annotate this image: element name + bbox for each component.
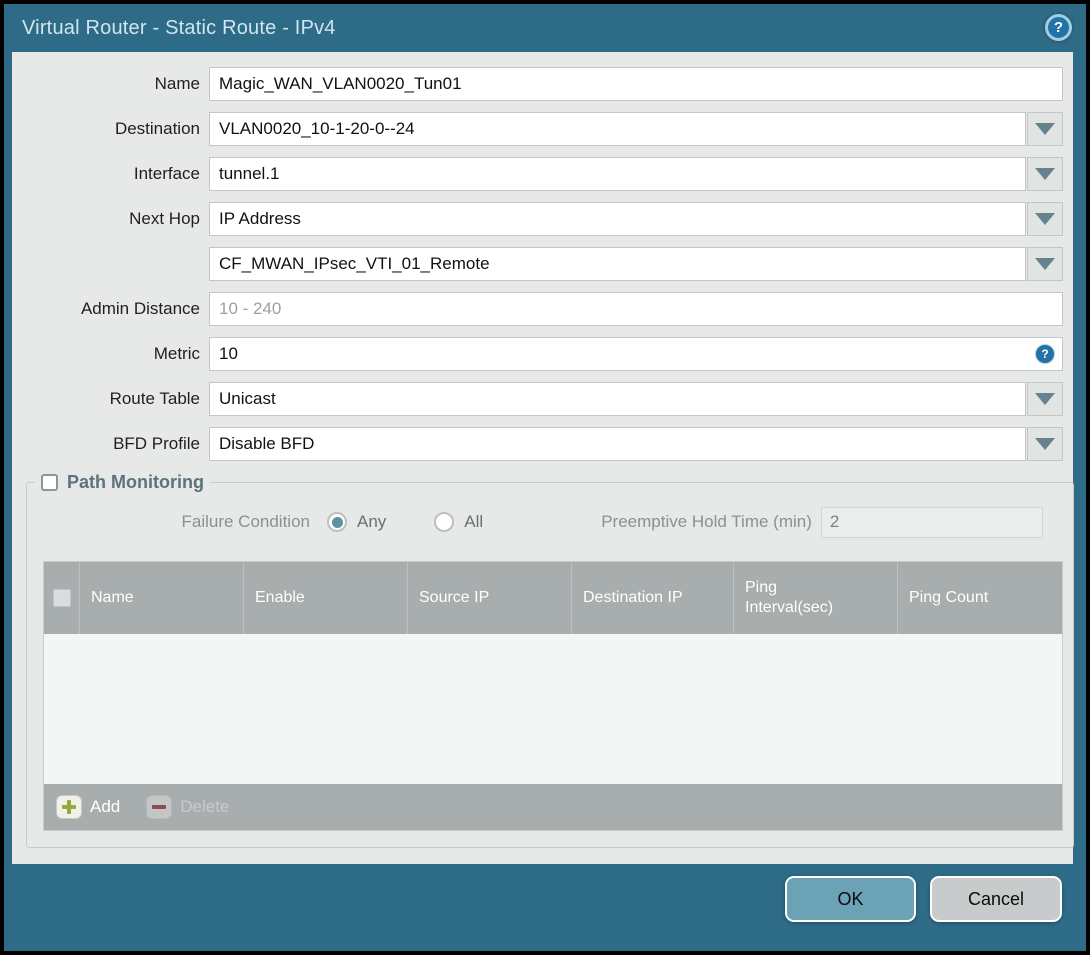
metric-row: Metric ? — [12, 337, 1063, 371]
admin-distance-label: Admin Distance — [80, 299, 200, 318]
static-route-dialog: Virtual Router - Static Route - IPv4 ? N… — [4, 4, 1086, 951]
failure-condition-any-label: Any — [357, 512, 387, 531]
path-monitoring-section: Path Monitoring Failure Condition Any Al… — [26, 472, 1074, 848]
destination-input[interactable] — [209, 112, 1026, 146]
next-hop-label: Next Hop — [129, 209, 200, 228]
path-monitoring-title: Path Monitoring — [67, 472, 204, 492]
chevron-down-icon — [1035, 393, 1055, 405]
chevron-down-icon — [1035, 123, 1055, 135]
admin-distance-row: Admin Distance — [12, 292, 1063, 326]
interface-input[interactable] — [209, 157, 1026, 191]
failure-condition-label: Failure Condition — [181, 512, 310, 531]
ok-button[interactable]: OK — [785, 876, 916, 922]
next-hop-address-input[interactable] — [209, 247, 1026, 281]
bfd-profile-dropdown-button[interactable] — [1027, 427, 1063, 461]
next-hop-row: Next Hop — [12, 202, 1063, 236]
route-table-row: Route Table — [12, 382, 1063, 416]
interface-row: Interface — [12, 157, 1063, 191]
chevron-down-icon — [1035, 258, 1055, 270]
plus-icon — [56, 795, 82, 819]
delete-button[interactable]: Delete — [146, 795, 229, 819]
table-header-checkbox-cell — [44, 562, 80, 634]
route-table-input[interactable] — [209, 382, 1026, 416]
failure-condition-any-radio[interactable] — [327, 512, 347, 532]
dialog-body: Name Destination Interface — [12, 52, 1074, 864]
path-monitoring-table: Name Enable Source IP Destination IP Pin… — [43, 561, 1063, 831]
next-hop-address-row — [12, 247, 1063, 281]
destination-label: Destination — [114, 119, 200, 138]
metric-label: Metric — [153, 344, 200, 363]
path-monitoring-checkbox[interactable] — [41, 474, 58, 491]
table-body-empty — [44, 634, 1062, 784]
column-header-name[interactable]: Name — [80, 562, 244, 634]
minus-icon — [146, 795, 173, 819]
column-header-destination-ip[interactable]: Destination IP — [572, 562, 734, 634]
static-route-form: Name Destination Interface — [12, 52, 1073, 461]
bfd-profile-input[interactable] — [209, 427, 1026, 461]
cancel-button[interactable]: Cancel — [930, 876, 1062, 922]
failure-condition-all-label: All — [464, 512, 484, 531]
destination-dropdown-button[interactable] — [1027, 112, 1063, 146]
select-all-checkbox[interactable] — [52, 589, 71, 607]
interface-dropdown-button[interactable] — [1027, 157, 1063, 191]
chevron-down-icon — [1035, 213, 1055, 225]
add-button[interactable]: Add — [56, 795, 120, 819]
metric-info-icon[interactable]: ? — [1035, 344, 1055, 364]
next-hop-type-input[interactable] — [209, 202, 1026, 236]
column-header-source-ip[interactable]: Source IP — [408, 562, 572, 634]
chevron-down-icon — [1035, 168, 1055, 180]
interface-label: Interface — [133, 164, 200, 183]
radio-selected-dot — [331, 516, 343, 528]
name-input[interactable] — [209, 67, 1063, 101]
column-header-ping-interval[interactable]: Ping Interval(sec) — [734, 562, 898, 634]
dialog-titlebar: Virtual Router - Static Route - IPv4 ? — [4, 4, 1086, 52]
path-monitoring-legend: Path Monitoring — [35, 472, 210, 493]
bfd-profile-row: BFD Profile — [12, 427, 1063, 461]
name-row: Name — [12, 67, 1063, 101]
dialog-footer: OK Cancel — [4, 864, 1086, 951]
admin-distance-input[interactable] — [209, 292, 1063, 326]
route-table-label: Route Table — [109, 389, 200, 408]
failure-condition-row: Failure Condition Any All Preemptive Hol… — [27, 505, 1073, 539]
metric-input[interactable] — [209, 337, 1063, 371]
bfd-profile-label: BFD Profile — [113, 434, 200, 453]
chevron-down-icon — [1035, 438, 1055, 450]
column-header-ping-count[interactable]: Ping Count — [898, 562, 1062, 634]
table-footer-toolbar: Add Delete — [44, 784, 1062, 830]
table-header-row: Name Enable Source IP Destination IP Pin… — [44, 562, 1062, 634]
failure-condition-all-radio[interactable] — [434, 512, 455, 532]
dialog-title: Virtual Router - Static Route - IPv4 — [22, 16, 336, 39]
help-icon[interactable]: ? — [1045, 14, 1072, 41]
route-table-dropdown-button[interactable] — [1027, 382, 1063, 416]
next-hop-type-dropdown-button[interactable] — [1027, 202, 1063, 236]
preemptive-hold-time-input[interactable] — [820, 506, 1043, 538]
destination-row: Destination — [12, 112, 1063, 146]
next-hop-address-dropdown-button[interactable] — [1027, 247, 1063, 281]
column-header-enable[interactable]: Enable — [244, 562, 408, 634]
name-label: Name — [154, 74, 200, 93]
preemptive-hold-time-label: Preemptive Hold Time (min) — [601, 512, 812, 531]
